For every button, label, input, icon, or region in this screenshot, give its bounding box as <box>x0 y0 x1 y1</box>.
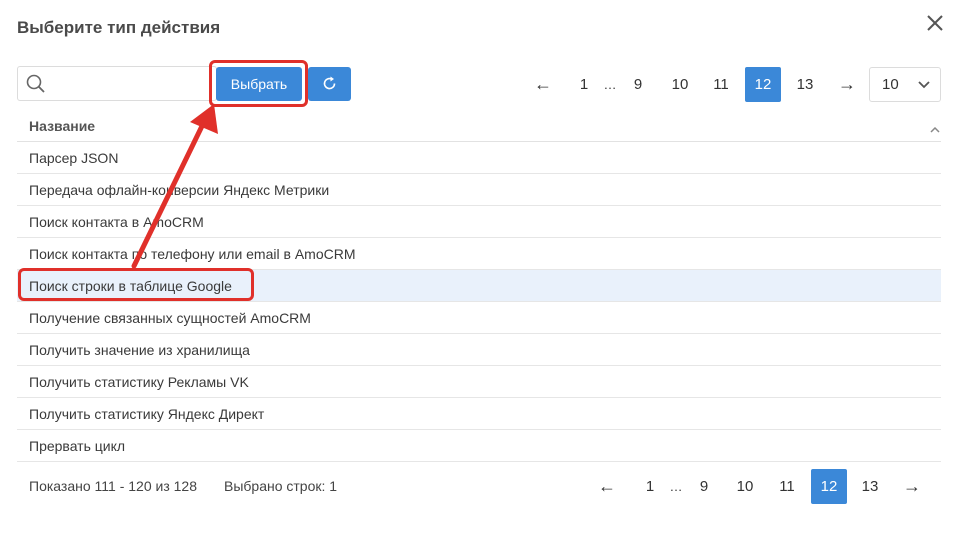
pagination-page[interactable]: 10 <box>664 67 696 102</box>
table-row[interactable]: Передача офлайн-конверсии Яндекс Метрики <box>17 174 941 206</box>
pagination-next[interactable]: → <box>832 67 862 102</box>
row-title: Получить статистику Рекламы VK <box>29 374 249 390</box>
pagination-prev[interactable]: ← <box>528 67 558 102</box>
row-title: Парсер JSON <box>29 150 119 166</box>
pagination-page[interactable]: 9 <box>626 67 650 102</box>
pagination-page[interactable]: 1 <box>640 469 660 504</box>
table-row[interactable]: Получить значение из хранилища <box>17 334 941 366</box>
search-input[interactable] <box>52 69 212 98</box>
table-row[interactable]: Прервать цикл <box>17 430 941 462</box>
pagination-top: ← 1 … 9 10 11 12 13 → <box>524 67 864 102</box>
sort-asc-icon[interactable] <box>930 121 940 139</box>
pagination-ellipsis: … <box>669 479 683 494</box>
table-row[interactable]: Парсер JSON <box>17 142 941 174</box>
dialog-title: Выберите тип действия <box>17 18 221 37</box>
table-row[interactable]: Получить статистику Рекламы VK <box>17 366 941 398</box>
table-row[interactable]: Поиск контакта по телефону или email в A… <box>17 238 941 270</box>
pagination-next[interactable]: → <box>897 469 927 504</box>
row-title: Поиск контакта по телефону или email в A… <box>29 246 356 262</box>
refresh-button[interactable] <box>308 67 351 101</box>
row-title: Передача офлайн-конверсии Яндекс Метрики <box>29 182 330 198</box>
pagination-bottom: ← 1 … 9 10 11 12 13 → <box>590 469 940 504</box>
table-header: Название <box>17 110 941 142</box>
pagination-page[interactable]: 13 <box>789 67 821 102</box>
per-page-value: 10 <box>882 76 899 93</box>
row-title: Поиск контакта в AmoCRM <box>29 214 204 230</box>
selected-rows-text: Выбрано строк: 1 <box>224 478 338 494</box>
pagination-page[interactable]: 1 <box>574 67 594 102</box>
row-title: Получить значение из хранилища <box>29 342 250 358</box>
pagination-page-active[interactable]: 12 <box>745 67 781 102</box>
selected-row-highlight <box>18 268 254 301</box>
table-row[interactable]: Получить статистику Яндекс Директ <box>17 398 941 430</box>
table-row[interactable]: Поиск контакта в AmoCRM <box>17 206 941 238</box>
search-box <box>17 66 217 101</box>
row-title: Получение связанных сущностей AmoCRM <box>29 310 311 326</box>
shown-range-text: Показано 111 - 120 из 128 <box>29 478 197 494</box>
pagination-page-active[interactable]: 12 <box>811 469 847 504</box>
pagination-page[interactable]: 13 <box>854 469 886 504</box>
row-title: Прервать цикл <box>29 438 126 454</box>
pagination-ellipsis: … <box>603 77 617 92</box>
row-title: Получить статистику Яндекс Директ <box>29 406 265 422</box>
pagination-page[interactable]: 9 <box>692 469 716 504</box>
pagination-page[interactable]: 11 <box>705 67 737 102</box>
action-type-dialog: Выберите тип действия Выбрать ← 1 … 9 10… <box>0 0 959 537</box>
column-header-name[interactable]: Название <box>29 118 95 134</box>
table-row[interactable]: Получение связанных сущностей AmoCRM <box>17 302 941 334</box>
per-page-select[interactable]: 10 <box>869 67 941 102</box>
search-icon <box>25 73 47 95</box>
select-button-highlight <box>209 60 308 107</box>
pagination-page[interactable]: 10 <box>729 469 761 504</box>
pagination-page[interactable]: 11 <box>771 469 803 504</box>
close-icon[interactable] <box>924 12 946 34</box>
pagination-prev[interactable]: ← <box>592 469 622 504</box>
